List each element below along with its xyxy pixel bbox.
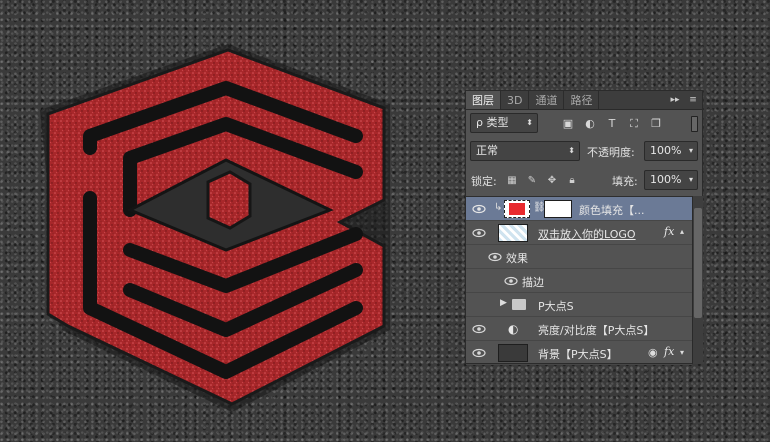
adjustment-icon: ◐	[508, 322, 519, 336]
shape-filter-icon[interactable]: ⛶	[627, 117, 641, 131]
adjustment-filter-icon[interactable]: ◐	[583, 117, 597, 131]
eye-icon[interactable]	[488, 251, 502, 263]
lock-icon[interactable]: 🔒︎	[566, 175, 578, 187]
layers-panel: 图层 3D 通道 路径 ▸▸ ≡ ρ 类型 ⬍ ▣ ◐ T ⛶ ❐ 正常 ⬍ 不…	[465, 90, 703, 365]
expand-arrow-icon[interactable]: ▶	[500, 298, 507, 308]
opacity-value: 100%	[650, 144, 682, 157]
layer-name: P大点S	[538, 300, 574, 313]
collapse-icon[interactable]: ▸▸	[666, 91, 684, 109]
opacity-input[interactable]: 100% ▾	[644, 141, 698, 161]
expand-effects-icon[interactable]: ▴	[680, 227, 684, 236]
layer-mask-thumbnail[interactable]	[544, 200, 572, 218]
chevron-updown-icon: ⬍	[526, 118, 533, 127]
chevron-down-icon: ▾	[688, 146, 693, 155]
chevron-down-icon: ▾	[688, 175, 693, 184]
image-filter-icon[interactable]: ▣	[561, 117, 575, 131]
fill-input[interactable]: 100% ▾	[644, 170, 698, 190]
chevron-updown-icon: ⬍	[568, 146, 575, 155]
panel-menu-icon[interactable]: ≡	[684, 91, 702, 109]
layer-background[interactable]: 背景【P大点S】 ◉ fx ▾	[466, 341, 692, 365]
lock-icon: ◉	[648, 346, 658, 359]
effects-row[interactable]: 效果	[466, 245, 692, 269]
blend-mode-select[interactable]: 正常 ⬍	[470, 141, 580, 161]
expand-effects-icon[interactable]: ▾	[680, 348, 684, 357]
tab-layers[interactable]: 图层	[466, 91, 501, 109]
panel-tab-bar: 图层 3D 通道 路径 ▸▸ ≡	[466, 91, 702, 110]
effects-label: 效果	[506, 252, 528, 265]
layer-name: 颜色填充【...	[579, 204, 645, 217]
stroke-effect-label: 描边	[522, 276, 544, 289]
eye-icon[interactable]	[472, 347, 486, 359]
filter-toggle-switch[interactable]	[691, 116, 698, 132]
tab-channels[interactable]: 通道	[529, 91, 565, 109]
move-icon[interactable]: ✥	[546, 175, 558, 187]
folder-icon	[512, 299, 526, 310]
fill-color-swatch	[509, 203, 525, 215]
fill-color-thumbnail[interactable]	[504, 200, 530, 218]
tab-3d[interactable]: 3D	[501, 91, 530, 109]
background-thumbnail[interactable]	[498, 344, 528, 362]
brush-icon[interactable]: ✎	[526, 175, 538, 187]
eye-icon[interactable]	[504, 275, 518, 287]
type-filter-icon[interactable]: T	[605, 117, 619, 131]
eye-icon[interactable]	[472, 227, 486, 239]
fill-value: 100%	[650, 173, 682, 186]
stroke-effect-row[interactable]: 描边	[466, 269, 692, 293]
smart-object-thumbnail[interactable]	[498, 224, 528, 242]
blend-mode-value: 正常	[476, 144, 498, 157]
canvas-artwork	[40, 44, 390, 412]
layers-scrollbar[interactable]	[692, 196, 703, 364]
filter-type-select[interactable]: ρ 类型 ⬍	[470, 113, 538, 133]
layer-group[interactable]: ▶ P大点S	[466, 293, 692, 317]
eye-icon[interactable]	[472, 203, 486, 215]
layer-logo-smart-object[interactable]: 双击放入你的LOGO fx ▴	[466, 221, 692, 245]
lock-label: 锁定:	[471, 175, 497, 188]
filter-type-label: ρ 类型	[476, 116, 509, 129]
opacity-label: 不透明度:	[587, 146, 635, 159]
layer-name: 背景【P大点S】	[538, 348, 618, 361]
clip-arrow-icon: ↳	[494, 202, 503, 213]
fx-icon[interactable]: fx	[664, 345, 674, 358]
layer-color-fill[interactable]: ↳ ⛓ 颜色填充【...	[466, 197, 692, 221]
smart-object-filter-icon[interactable]: ❐	[649, 117, 663, 131]
fx-icon[interactable]: fx	[664, 225, 674, 238]
tab-paths[interactable]: 路径	[564, 91, 600, 109]
layer-list: ↳ ⛓ 颜色填充【... 双击放入你的LOGO fx ▴ 效果 描边 ▶ P大点…	[466, 196, 692, 365]
layer-name: 双击放入你的LOGO	[538, 228, 636, 241]
scrollbar-thumb[interactable]	[694, 208, 702, 318]
layer-brightness-contrast[interactable]: ◐ 亮度/对比度【P大点S】	[466, 317, 692, 341]
eye-icon[interactable]	[472, 323, 486, 335]
layer-name: 亮度/对比度【P大点S】	[538, 324, 655, 337]
lock-transparent-icon[interactable]: ▦	[506, 175, 518, 187]
fill-label: 填充:	[612, 175, 638, 188]
